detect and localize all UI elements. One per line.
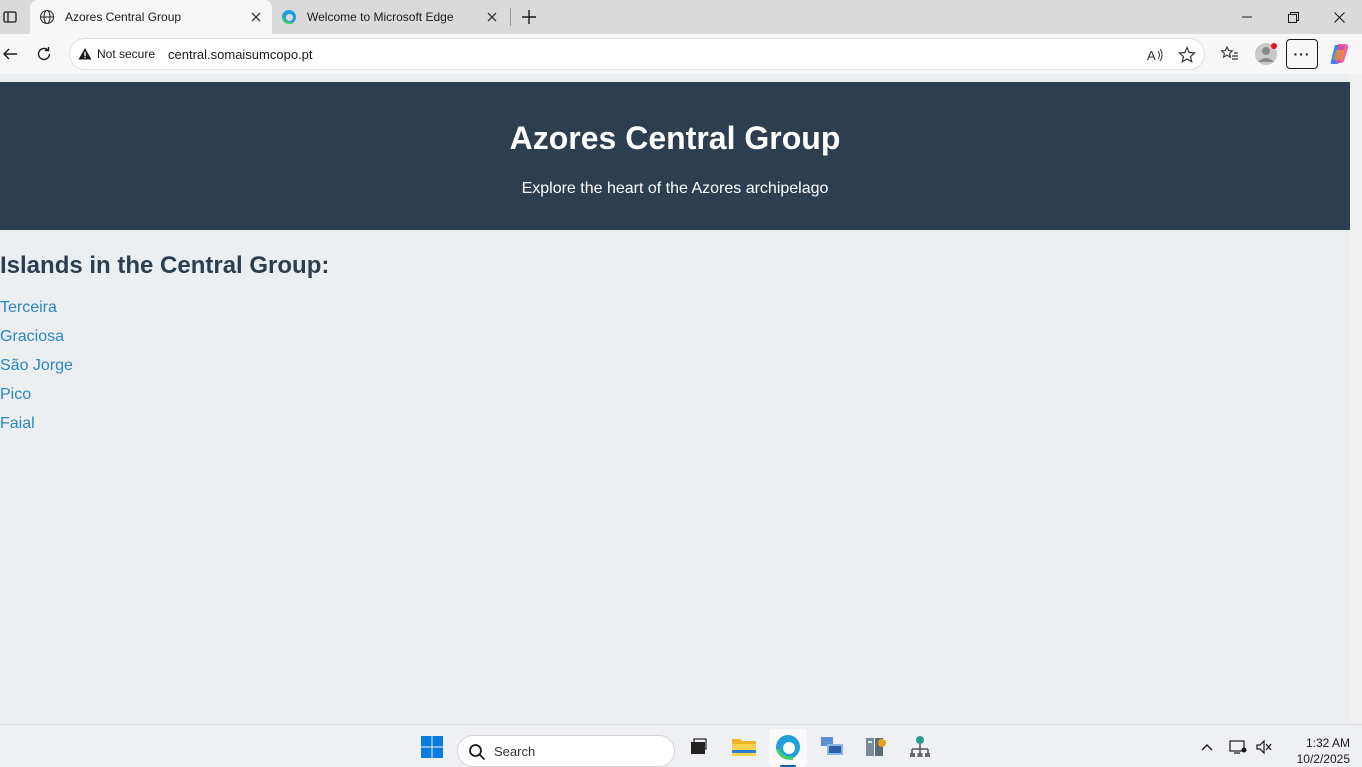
tab-title: Welcome to Microsoft Edge (307, 10, 454, 24)
edge-logo-icon (281, 9, 297, 25)
system-clock[interactable]: 1:32 AM 10/2/2025 (1280, 735, 1350, 767)
list-item: São Jorge (0, 357, 73, 386)
page-viewport: Azores Central Group Explore the heart o… (0, 74, 1362, 724)
edge-browser-icon[interactable] (774, 733, 802, 761)
islands-heading: Islands in the Central Group: (0, 252, 330, 279)
remote-desktop-icon[interactable] (818, 733, 846, 761)
globe-icon (39, 9, 55, 25)
tab-welcome-edge[interactable]: Welcome to Microsoft Edge (272, 0, 508, 34)
more-options-button[interactable]: ··· (1286, 39, 1318, 69)
tab-azores-central-group[interactable]: Azores Central Group (30, 0, 272, 34)
task-view-icon[interactable] (684, 733, 712, 761)
minimize-icon[interactable] (1224, 0, 1270, 34)
list-item: Pico (0, 386, 73, 415)
chevron-up-icon[interactable] (1193, 733, 1221, 761)
server-manager-icon[interactable] (862, 733, 890, 761)
tab-bar: Azores Central Group Welcome to Microsof… (0, 0, 1362, 34)
island-link-faial[interactable]: Faial (0, 415, 35, 432)
file-explorer-icon[interactable] (730, 733, 758, 761)
vertical-scrollbar[interactable] (1350, 74, 1362, 724)
close-tab-icon[interactable] (484, 9, 500, 25)
list-item: Graciosa (0, 328, 73, 357)
favorite-star-icon[interactable] (1177, 45, 1197, 65)
search-icon (469, 744, 486, 761)
tab-divider (510, 8, 511, 26)
new-tab-icon[interactable] (518, 6, 540, 28)
url-text[interactable]: central.somaisumcopo.pt (168, 47, 313, 62)
volume-muted-icon[interactable] (1250, 733, 1278, 761)
page-subtitle: Explore the heart of the Azores archipel… (521, 180, 829, 197)
island-list: Terceira Graciosa São Jorge Pico Faial (0, 299, 73, 444)
island-link-graciosa[interactable]: Graciosa (0, 328, 64, 345)
clock-time: 1:32 AM (1305, 736, 1350, 750)
windows-start-icon[interactable] (418, 733, 446, 761)
read-aloud-icon[interactable]: A (1145, 45, 1165, 65)
restore-icon[interactable] (1270, 0, 1316, 34)
svg-text:A: A (1147, 48, 1156, 63)
list-item: Faial (0, 415, 73, 444)
tab-title: Azores Central Group (65, 10, 182, 24)
taskbar-search-box[interactable]: Search (457, 735, 675, 767)
security-indicator[interactable]: Not secure (97, 47, 155, 61)
back-arrow-icon[interactable] (0, 42, 22, 66)
list-item: Terceira (0, 299, 73, 328)
island-link-terceira[interactable]: Terceira (0, 299, 57, 316)
close-window-icon[interactable] (1316, 0, 1362, 34)
network-display-icon[interactable] (1224, 733, 1252, 761)
windows-taskbar: Search 1:32 AM 10/2/2025 (0, 724, 1362, 767)
page-title: Azores Central Group (509, 120, 841, 156)
network-tool-icon[interactable] (906, 733, 934, 761)
close-tab-icon[interactable] (248, 9, 264, 25)
island-link-sao-jorge[interactable]: São Jorge (0, 357, 73, 374)
island-link-pico[interactable]: Pico (0, 386, 31, 403)
sidebar-toggle-icon[interactable] (0, 6, 20, 28)
hero-banner: Azores Central Group Explore the heart o… (0, 82, 1350, 230)
search-label: Search (494, 744, 536, 759)
profile-avatar-icon[interactable] (1253, 41, 1279, 67)
warning-icon (78, 48, 92, 60)
copilot-icon[interactable] (1327, 41, 1353, 67)
address-bar[interactable]: Not secure central.somaisumcopo.pt A (69, 38, 1205, 70)
favorites-icon[interactable] (1217, 41, 1243, 67)
refresh-icon[interactable] (32, 42, 56, 66)
browser-toolbar: Not secure central.somaisumcopo.pt A ··· (0, 34, 1362, 74)
clock-date: 10/2/2025 (1296, 752, 1350, 766)
